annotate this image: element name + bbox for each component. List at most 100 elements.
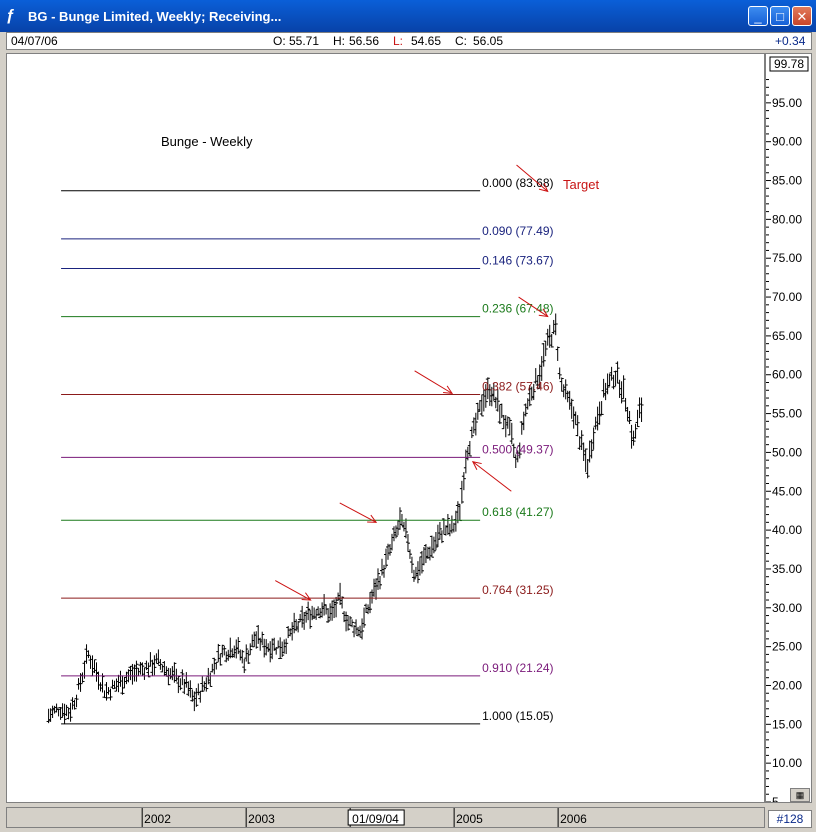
price-bar (278, 637, 283, 660)
price-bar (196, 683, 201, 696)
price-bar (120, 675, 125, 695)
price-axis[interactable]: 99.78 95.00 90.00 85.00 80.00 75.00 70.00 65.0… (765, 53, 812, 809)
price-bar (525, 398, 530, 410)
price-bar (569, 398, 574, 419)
price-tick-label: 60.00 (772, 368, 802, 382)
price-bar (380, 558, 385, 576)
price-bar (122, 676, 127, 689)
price-bar (118, 670, 123, 687)
price-bar (144, 660, 149, 671)
price-bar (463, 449, 468, 474)
price-bar (571, 406, 576, 429)
price-bar (74, 694, 79, 708)
price-bar (66, 707, 71, 720)
price-bar (565, 390, 570, 403)
price-bar (328, 603, 333, 621)
price-bar (449, 515, 454, 534)
price-bar (132, 664, 137, 682)
price-tick-label: 45.00 (772, 484, 802, 498)
price-bar (605, 373, 610, 395)
maximize-button[interactable]: □ (770, 6, 790, 26)
price-bar (276, 640, 281, 649)
price-bar (136, 667, 141, 677)
price-bar (637, 397, 642, 419)
price-bar (627, 410, 632, 425)
price-bar (102, 690, 107, 699)
price-bar (623, 397, 628, 412)
price-bar (112, 680, 117, 689)
price-bar (256, 625, 261, 644)
price-bar (90, 655, 95, 677)
price-axis-canvas: 99.78 95.00 90.00 85.00 80.00 75.00 70.00 65.0… (766, 56, 809, 809)
price-bar (174, 668, 179, 682)
annotation-arrow (339, 502, 378, 523)
price-tick-label: 65.00 (772, 329, 802, 343)
open-label: O: (273, 34, 286, 48)
price-bar (613, 370, 618, 387)
price-bar (298, 613, 303, 622)
low-value: 54.65 (411, 34, 442, 48)
price-bar (70, 697, 75, 710)
price-bar (134, 660, 139, 682)
price-bar (360, 618, 365, 640)
price-bar (304, 610, 309, 623)
price-bar (579, 430, 584, 451)
time-tick-label: 2003 (248, 812, 275, 826)
price-bar (172, 662, 177, 683)
time-tick-label: 01/09/04 (352, 812, 399, 826)
price-bar (521, 411, 526, 431)
price-bar (262, 638, 267, 658)
price-chart[interactable]: 0.000 (83.68) 0.090 (77.49) 0.146 (73.67) 0… (6, 53, 765, 803)
price-bar (148, 652, 153, 667)
price-bar (54, 703, 59, 713)
price-bar (96, 671, 101, 690)
price-bar (551, 319, 556, 335)
price-bar (50, 705, 55, 719)
price-bar (292, 612, 297, 634)
net-change: +0.34 (775, 34, 806, 48)
price-tick-label: 80.00 (772, 212, 802, 226)
price-bar (130, 663, 135, 685)
price-bar (435, 524, 440, 548)
price-bar (326, 608, 331, 623)
fib-level-label: 0.382 (57.46) (482, 379, 553, 393)
price-bar (479, 394, 484, 417)
price-bar (154, 653, 159, 664)
price-bar (164, 666, 169, 677)
price-bar (469, 426, 474, 439)
price-bar (439, 530, 444, 544)
price-bar (244, 644, 249, 662)
time-axis[interactable]: 2002 2003 01/09/04 2005 2006 (6, 807, 765, 828)
price-bar (282, 639, 287, 654)
price-bar (234, 639, 239, 659)
last-price-value: 99.78 (774, 57, 804, 71)
fib-level-label: 0.764 (31.25) (482, 583, 553, 597)
price-bar (80, 672, 85, 683)
price-bar (557, 367, 562, 380)
price-bar (342, 611, 347, 623)
minimize-button[interactable]: _ (748, 6, 768, 26)
fib-level-label: 0.090 (77.49) (482, 224, 553, 238)
price-info-bar: 04/07/06 O: 55.71 H: 56.56 L: 54.65 C: 5… (6, 32, 812, 50)
price-bar (583, 448, 588, 472)
price-bar (431, 536, 436, 554)
price-bar (639, 397, 644, 423)
close-button[interactable]: ✕ (792, 6, 812, 26)
price-bar (200, 676, 205, 692)
price-bar (358, 625, 363, 638)
high-value: 56.56 (349, 34, 380, 48)
price-bar (106, 687, 111, 695)
price-bar (425, 546, 430, 559)
chart-canvas: 0.000 (83.68)0.090 (77.49)0.146 (73.67)0… (46, 134, 644, 725)
price-bar (128, 665, 133, 681)
price-bar (405, 534, 410, 552)
price-bar (180, 669, 185, 686)
chart-settings-icon[interactable]: ▦ (790, 788, 810, 802)
price-bar (607, 373, 612, 387)
price-bar (597, 401, 602, 425)
price-bar (168, 668, 173, 680)
close-label: C: (455, 34, 467, 48)
price-bar (383, 548, 388, 568)
fib-level-label: 0.910 (21.24) (482, 661, 553, 675)
price-bar (210, 663, 215, 673)
